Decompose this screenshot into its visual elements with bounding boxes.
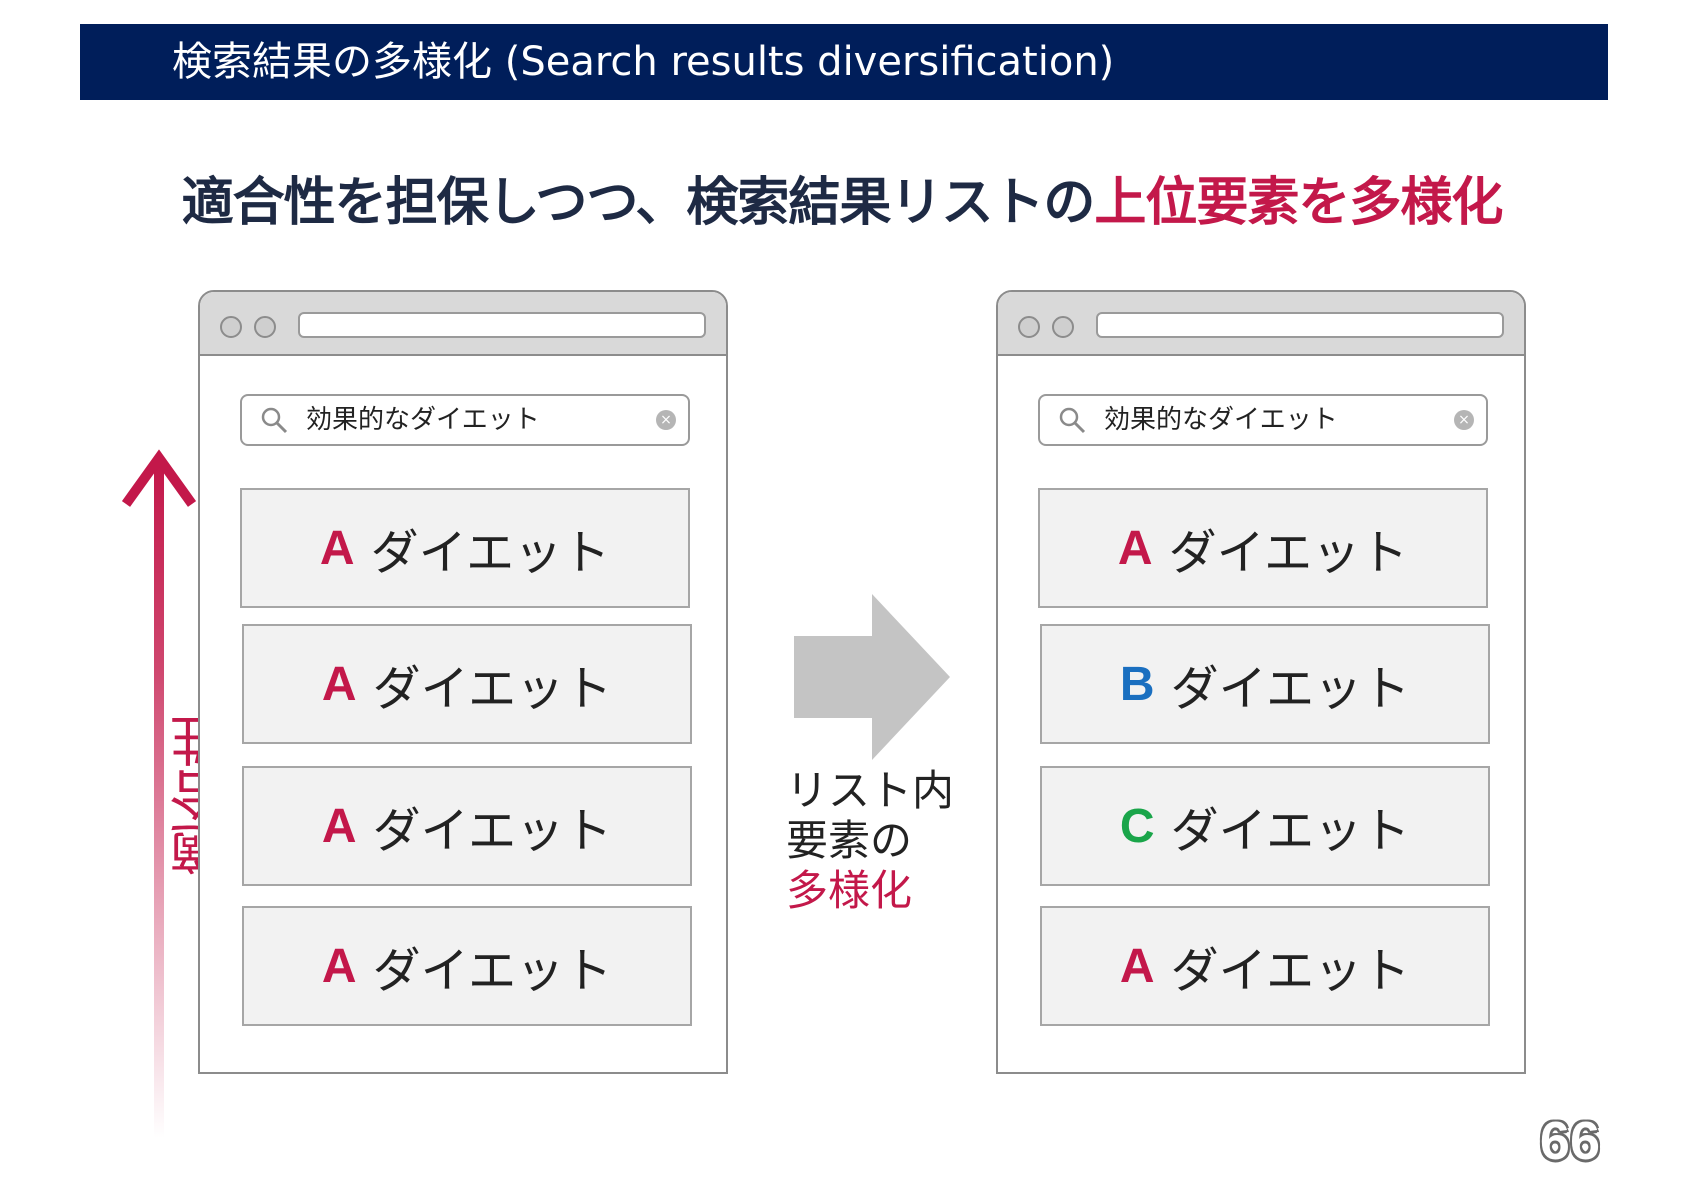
result-letter: A xyxy=(319,521,355,575)
browser-window-before: 効果的なダイエット × A ダイエット A ダイエット A ダイエット A ダイ… xyxy=(198,290,728,1074)
result-label: ダイエット xyxy=(372,803,613,859)
browser-chrome xyxy=(998,292,1524,356)
result-letter: A xyxy=(1119,939,1155,993)
search-input: 効果的なダイエット × xyxy=(1038,394,1488,446)
slide-title: 検索結果の多様化 (Search results diversification… xyxy=(172,39,1115,85)
search-input: 効果的なダイエット × xyxy=(240,394,690,446)
headline: 適合性を担保しつつ、検索結果リストの上位要素を多様化 xyxy=(0,160,1684,235)
transition-caption: リスト内 要素の 多様化 xyxy=(786,766,986,916)
window-dot xyxy=(254,316,276,338)
result-letter: A xyxy=(321,939,357,993)
header-bar: 検索結果の多様化 (Search results diversification… xyxy=(80,24,1608,100)
result-letter: A xyxy=(321,799,357,853)
page-number: 66 xyxy=(1539,1111,1600,1171)
result-letter: A xyxy=(321,657,357,711)
result-item: A ダイエット xyxy=(242,624,692,744)
window-dot xyxy=(1018,316,1040,338)
result-letter: A xyxy=(1117,521,1153,575)
result-item: A ダイエット xyxy=(242,906,692,1026)
browser-chrome xyxy=(200,292,726,356)
address-bar xyxy=(1096,312,1504,338)
result-label: ダイエット xyxy=(370,525,611,581)
result-item: A ダイエット xyxy=(240,488,690,608)
result-label: ダイエット xyxy=(372,661,613,717)
caption-line: 要素の xyxy=(786,816,913,865)
result-item: A ダイエット xyxy=(1040,906,1490,1026)
result-item: A ダイエット xyxy=(1038,488,1488,608)
window-dot xyxy=(220,316,242,338)
search-icon xyxy=(261,407,288,434)
caption-line: リスト内 xyxy=(786,766,955,815)
result-label: ダイエット xyxy=(1170,661,1411,717)
browser-window-after: 効果的なダイエット × A ダイエット B ダイエット C ダイエット A ダイ… xyxy=(996,290,1526,1074)
address-bar xyxy=(298,312,706,338)
result-label: ダイエット xyxy=(1170,803,1411,859)
search-icon xyxy=(1059,407,1086,434)
result-item: A ダイエット xyxy=(242,766,692,886)
result-label: ダイエット xyxy=(372,943,613,999)
result-label: ダイエット xyxy=(1170,943,1411,999)
search-query: 効果的なダイエット xyxy=(1104,405,1338,435)
relevance-arrow-shaft xyxy=(154,466,164,1138)
clear-icon: × xyxy=(656,410,676,430)
result-item: B ダイエット xyxy=(1040,624,1490,744)
transition-arrow-icon xyxy=(794,594,950,760)
result-label: ダイエット xyxy=(1168,525,1409,581)
result-letter: B xyxy=(1119,657,1155,711)
headline-accent: 上位要素を多様化 xyxy=(1094,173,1503,233)
headline-main: 適合性を担保しつつ、検索結果リストの xyxy=(181,173,1096,233)
search-query: 効果的なダイエット xyxy=(306,405,540,435)
clear-icon: × xyxy=(1454,410,1474,430)
window-dot xyxy=(1052,316,1074,338)
result-letter: C xyxy=(1119,799,1155,853)
result-item: C ダイエット xyxy=(1040,766,1490,886)
caption-accent: 多様化 xyxy=(786,866,913,915)
